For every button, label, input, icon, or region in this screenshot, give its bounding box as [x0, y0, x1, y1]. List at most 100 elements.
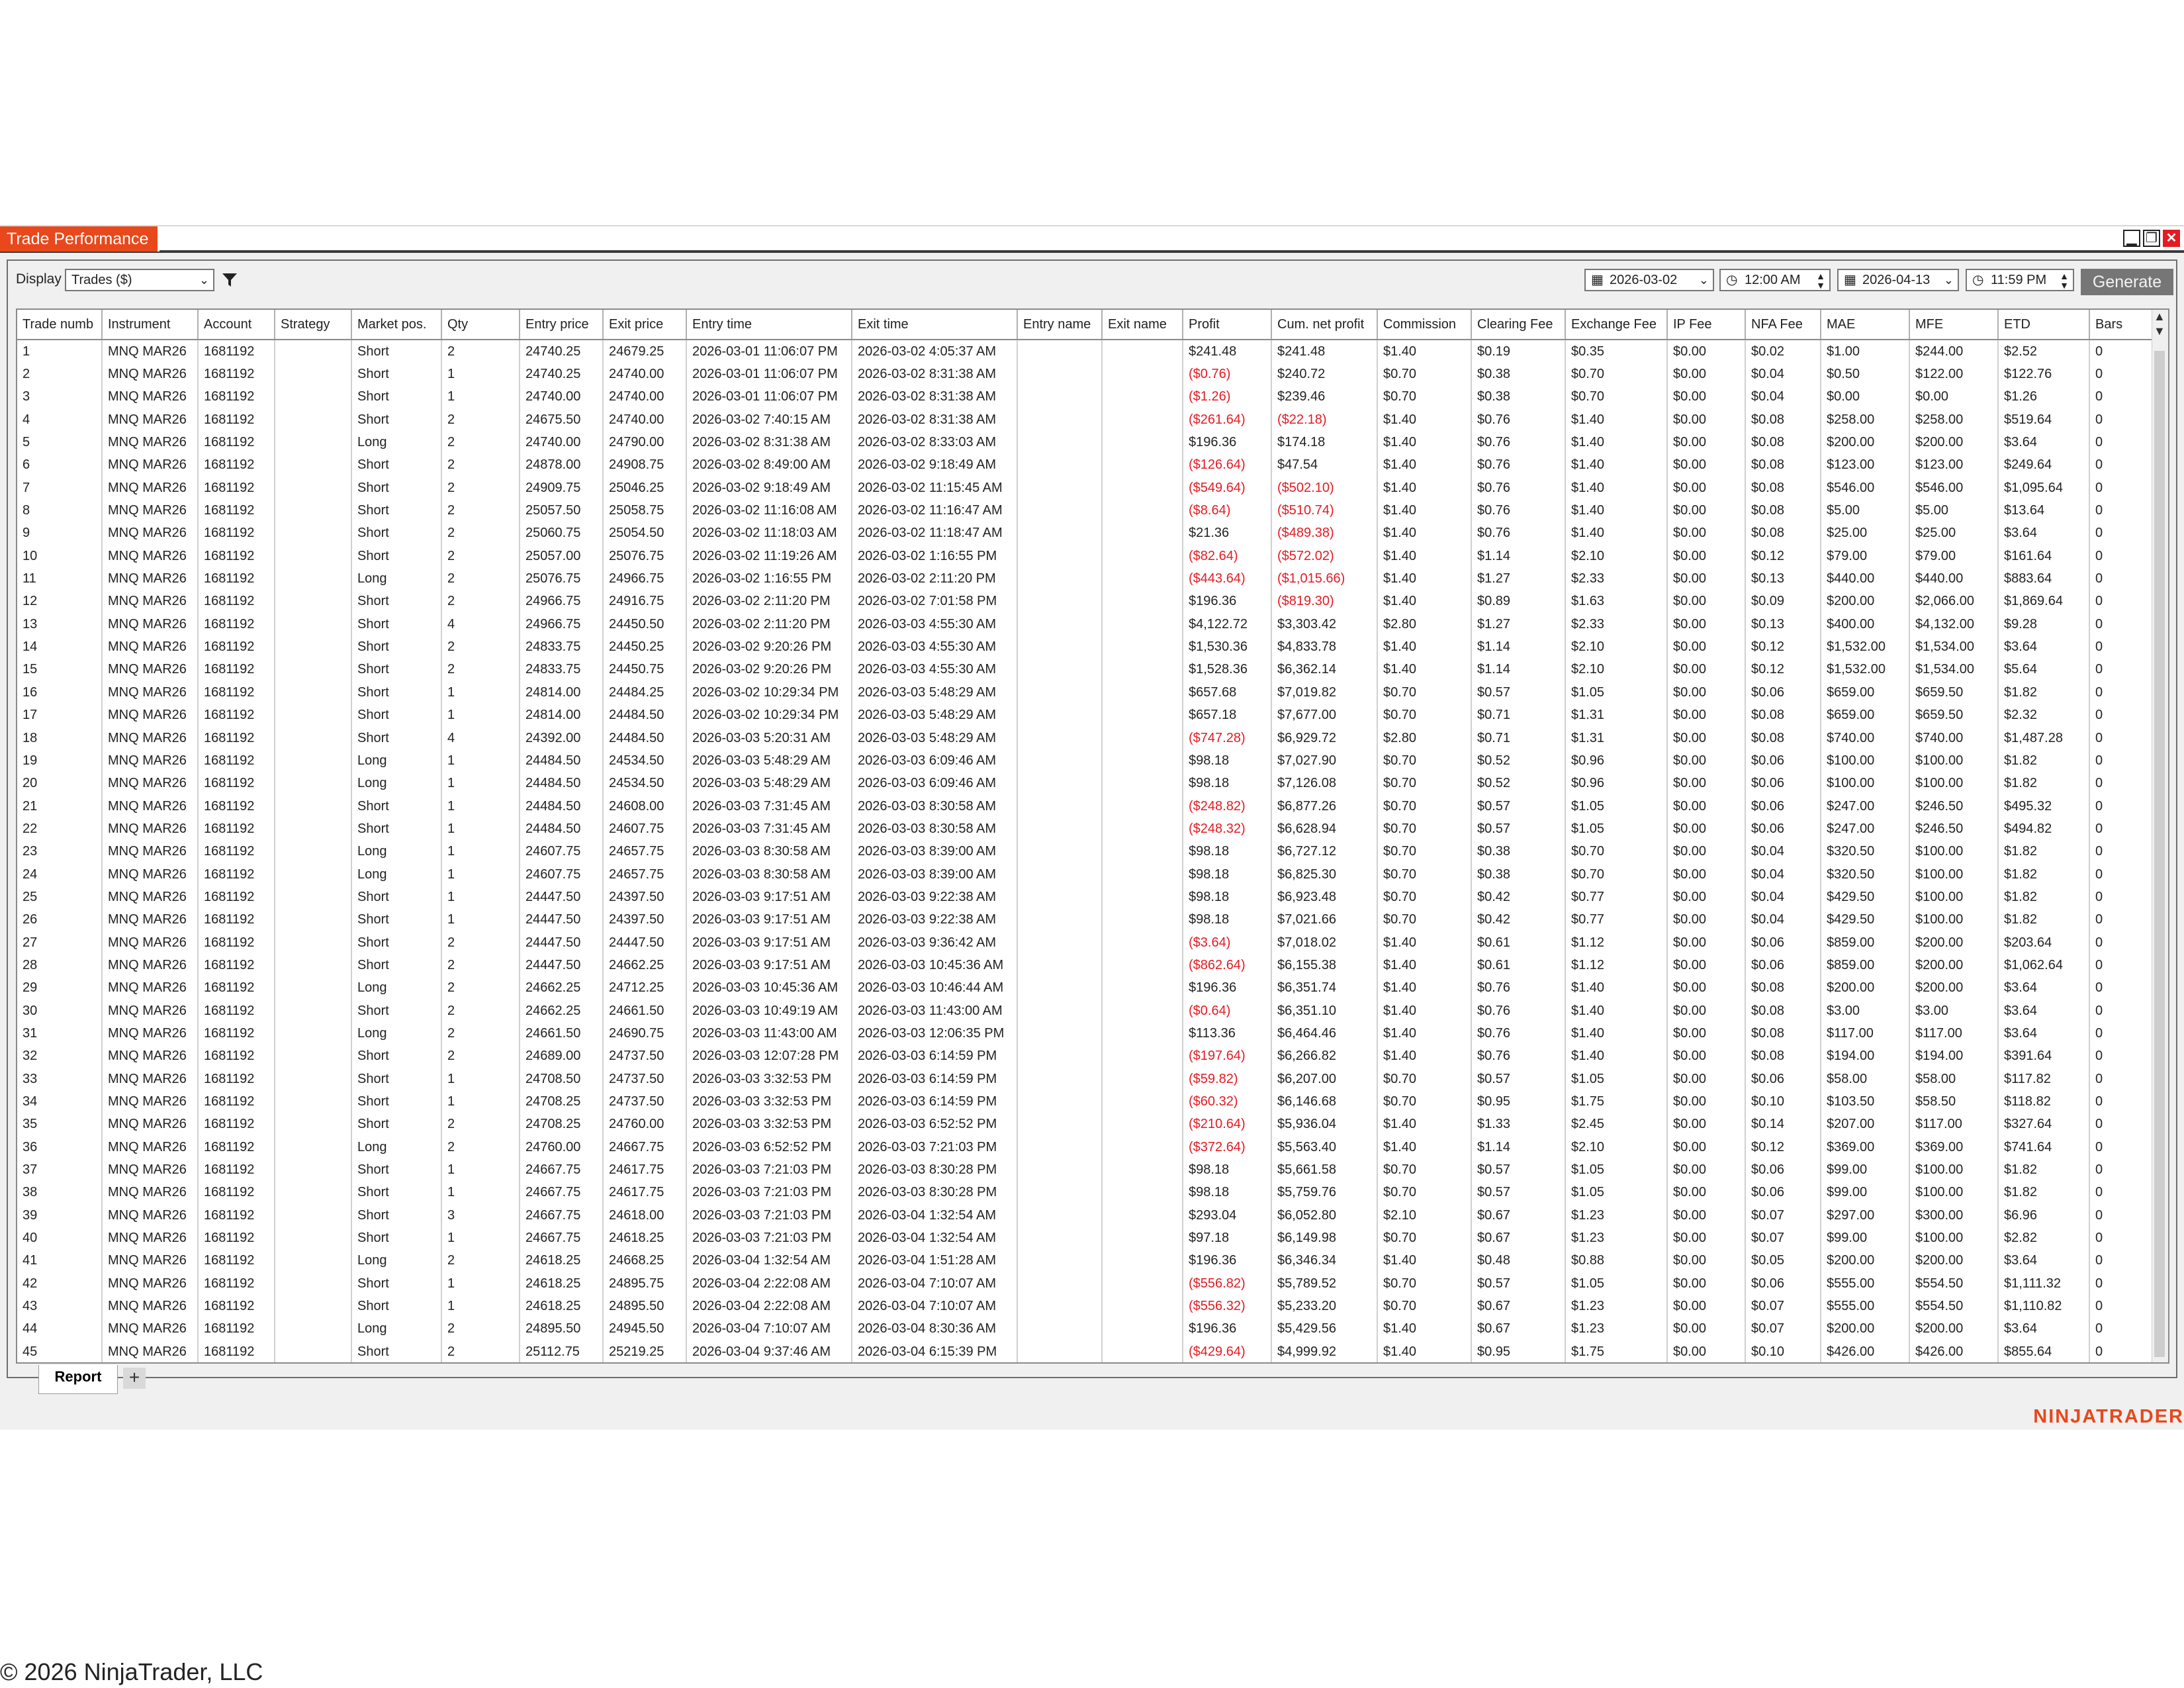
- table-row[interactable]: 37 MNQ MAR26 1681192 Short 1 24667.75 24617.75…: [17, 1158, 2168, 1182]
- table-row[interactable]: 13 MNQ MAR26 1681192 Short 4 24966.75 24450.50…: [17, 613, 2168, 636]
- table-cell: 2: [441, 545, 520, 568]
- column-header[interactable]: Entry name: [1017, 310, 1103, 340]
- table-row[interactable]: 11 MNQ MAR26 1681192 Long 2 25076.75 24966.75 2…: [17, 567, 2168, 590]
- table-cell: 1681192: [198, 1045, 275, 1068]
- table-row[interactable]: 32 MNQ MAR26 1681192 Short 2 24689.00 24737.50…: [17, 1045, 2168, 1068]
- table-cell: 2026-03-03 9:22:38 AM: [852, 886, 1018, 909]
- column-header[interactable]: NFA Fee: [1745, 310, 1821, 340]
- column-header[interactable]: Entry price: [520, 310, 604, 340]
- table-row[interactable]: 45 MNQ MAR26 1681192 Short 2 25112.75 25219.25…: [17, 1340, 2168, 1362]
- table-row[interactable]: 43 MNQ MAR26 1681192 Short 1 24618.25 24895.50…: [17, 1295, 2168, 1318]
- restore-icon[interactable]: ❐: [2143, 230, 2160, 247]
- column-header[interactable]: Exit price: [603, 310, 687, 340]
- table-row[interactable]: 24 MNQ MAR26 1681192 Long 1 24607.75 24657.75 2…: [17, 863, 2168, 886]
- table-row[interactable]: 30 MNQ MAR26 1681192 Short 2 24662.25 24661.50…: [17, 999, 2168, 1023]
- from-date-picker[interactable]: ▦ 2026-03-02 ⌄: [1584, 269, 1714, 291]
- scroll-thumb[interactable]: [2154, 351, 2165, 1357]
- table-row[interactable]: 22 MNQ MAR26 1681192 Short 1 24484.50 24607.75…: [17, 818, 2168, 841]
- table-row[interactable]: 5 MNQ MAR26 1681192 Long 2 24740.00 24790.00 20…: [17, 431, 2168, 454]
- tab-report[interactable]: Report: [38, 1365, 118, 1394]
- column-header[interactable]: Exchange Fee: [1565, 310, 1668, 340]
- table-row[interactable]: 21 MNQ MAR26 1681192 Short 1 24484.50 24608.00…: [17, 794, 2168, 818]
- table-cell: 2026-03-03 5:48:29 AM: [852, 726, 1018, 750]
- table-row[interactable]: 29 MNQ MAR26 1681192 Long 2 24662.25 24712.25 2…: [17, 976, 2168, 1000]
- table-row[interactable]: 26 MNQ MAR26 1681192 Short 1 24447.50 24397.50…: [17, 908, 2168, 931]
- table-cell: 2: [441, 408, 520, 432]
- scroll-up-icon[interactable]: ▲: [2154, 310, 2165, 324]
- table-row[interactable]: 18 MNQ MAR26 1681192 Short 4 24392.00 24484.50…: [17, 726, 2168, 750]
- column-header[interactable]: Trade numb: [17, 310, 103, 340]
- table-row[interactable]: 17 MNQ MAR26 1681192 Short 1 24814.00 24484.50…: [17, 704, 2168, 727]
- table-row[interactable]: 35 MNQ MAR26 1681192 Short 2 24708.25 24760.00…: [17, 1113, 2168, 1137]
- table-row[interactable]: 40 MNQ MAR26 1681192 Short 1 24667.75 24618.25…: [17, 1227, 2168, 1250]
- table-row[interactable]: 15 MNQ MAR26 1681192 Short 2 24833.75 24450.75…: [17, 658, 2168, 682]
- table-row[interactable]: 4 MNQ MAR26 1681192 Short 2 24675.50 24740.00 2…: [17, 408, 2168, 432]
- table-row[interactable]: 28 MNQ MAR26 1681192 Short 2 24447.50 24662.25…: [17, 954, 2168, 977]
- to-date-picker[interactable]: ▦ 2026-04-13 ⌄: [1837, 269, 1959, 291]
- close-icon[interactable]: ✕: [2163, 230, 2180, 247]
- filter-icon[interactable]: [221, 271, 238, 289]
- table-cell: [275, 1158, 352, 1182]
- column-header[interactable]: Profit: [1183, 310, 1272, 340]
- table-cell: $0.38: [1471, 863, 1566, 886]
- column-header[interactable]: Account: [198, 310, 275, 340]
- column-header[interactable]: Exit name: [1102, 310, 1183, 340]
- table-row[interactable]: 27 MNQ MAR26 1681192 Short 2 24447.50 24447.50…: [17, 931, 2168, 955]
- table-row[interactable]: 9 MNQ MAR26 1681192 Short 2 25060.75 25054.50 2…: [17, 522, 2168, 545]
- table-row[interactable]: 23 MNQ MAR26 1681192 Long 1 24607.75 24657.75 2…: [17, 840, 2168, 863]
- table-row[interactable]: 1 MNQ MAR26 1681192 Short 2 24740.25 24679.25 2…: [17, 340, 2168, 363]
- table-row[interactable]: 2 MNQ MAR26 1681192 Short 1 24740.25 24740.00 2…: [17, 363, 2168, 386]
- column-header[interactable]: Exit time: [852, 310, 1018, 340]
- table-row[interactable]: 33 MNQ MAR26 1681192 Short 1 24708.50 24737.50…: [17, 1068, 2168, 1091]
- column-header[interactable]: Strategy: [275, 310, 352, 340]
- table-row[interactable]: 31 MNQ MAR26 1681192 Long 2 24661.50 24690.75 2…: [17, 1022, 2168, 1045]
- table-row[interactable]: 14 MNQ MAR26 1681192 Short 2 24833.75 24450.25…: [17, 635, 2168, 659]
- table-row[interactable]: 25 MNQ MAR26 1681192 Short 1 24447.50 24397.50…: [17, 886, 2168, 909]
- window-title[interactable]: Trade Performance: [0, 226, 160, 252]
- from-time-picker[interactable]: ◷ 12:00 AM ▲ ▼: [1719, 269, 1831, 291]
- spinner-icon[interactable]: ▲ ▼: [2060, 271, 2069, 290]
- table-row[interactable]: 36 MNQ MAR26 1681192 Long 2 24760.00 24667.75 2…: [17, 1136, 2168, 1159]
- table-cell: $0.08: [1745, 522, 1821, 545]
- column-header[interactable]: Entry time: [686, 310, 852, 340]
- table-row[interactable]: 3 MNQ MAR26 1681192 Short 1 24740.00 24740.00 2…: [17, 385, 2168, 409]
- table-row[interactable]: 42 MNQ MAR26 1681192 Short 1 24618.25 24895.75…: [17, 1272, 2168, 1295]
- column-header[interactable]: Instrument: [102, 310, 199, 340]
- column-header[interactable]: Commission: [1377, 310, 1472, 340]
- table-row[interactable]: 38 MNQ MAR26 1681192 Short 1 24667.75 24617.75…: [17, 1181, 2168, 1205]
- table-row[interactable]: 19 MNQ MAR26 1681192 Long 1 24484.50 24534.50 2…: [17, 749, 2168, 773]
- column-header[interactable]: MFE: [1909, 310, 1999, 340]
- table-cell: $1,528.36: [1183, 658, 1272, 682]
- table-row[interactable]: 7 MNQ MAR26 1681192 Short 2 24909.75 25046.25 2…: [17, 477, 2168, 500]
- column-header[interactable]: IP Fee: [1667, 310, 1746, 340]
- vertical-scrollbar[interactable]: ▲ ▼: [2152, 310, 2168, 1362]
- table-cell: Short: [351, 1272, 442, 1295]
- table-row[interactable]: 39 MNQ MAR26 1681192 Short 3 24667.75 24618.00…: [17, 1204, 2168, 1227]
- column-header[interactable]: Cum. net profit: [1271, 310, 1378, 340]
- table-cell: $0.12: [1745, 658, 1821, 682]
- spinner-icon[interactable]: ▲ ▼: [1816, 271, 1825, 290]
- table-row[interactable]: 8 MNQ MAR26 1681192 Short 2 25057.50 25058.75 2…: [17, 499, 2168, 522]
- table-row[interactable]: 12 MNQ MAR26 1681192 Short 2 24966.75 24916.75…: [17, 590, 2168, 614]
- column-header[interactable]: MAE: [1821, 310, 1910, 340]
- table-row[interactable]: 34 MNQ MAR26 1681192 Short 1 24708.25 24737.50…: [17, 1090, 2168, 1113]
- table-row[interactable]: 44 MNQ MAR26 1681192 Long 2 24895.50 24945.50 2…: [17, 1317, 2168, 1341]
- table-row[interactable]: 16 MNQ MAR26 1681192 Short 1 24814.00 24484.25…: [17, 681, 2168, 704]
- scroll-down-icon[interactable]: ▼: [2154, 324, 2165, 338]
- to-time-picker[interactable]: ◷ 11:59 PM ▲ ▼: [1966, 269, 2074, 291]
- generate-button[interactable]: Generate: [2081, 269, 2173, 295]
- column-header[interactable]: Market pos.: [351, 310, 442, 340]
- table-cell: $6,825.30: [1271, 863, 1378, 886]
- column-header[interactable]: Qty: [441, 310, 520, 340]
- table-cell: $3.64: [1998, 1317, 2090, 1341]
- column-header[interactable]: Clearing Fee: [1471, 310, 1566, 340]
- trades-grid[interactable]: Trade numb Instrument Account Strategy Marke…: [16, 308, 2169, 1364]
- table-row[interactable]: 41 MNQ MAR26 1681192 Long 2 24618.25 24668.25 2…: [17, 1249, 2168, 1273]
- add-tab-button[interactable]: +: [123, 1368, 146, 1389]
- table-row[interactable]: 10 MNQ MAR26 1681192 Short 2 25057.00 25076.75…: [17, 545, 2168, 568]
- minimize-icon[interactable]: ▁: [2123, 230, 2140, 247]
- table-row[interactable]: 20 MNQ MAR26 1681192 Long 1 24484.50 24534.50 2…: [17, 772, 2168, 795]
- column-header[interactable]: ETD: [1998, 310, 2090, 340]
- table-row[interactable]: 6 MNQ MAR26 1681192 Short 2 24878.00 24908.75 2…: [17, 453, 2168, 477]
- display-select[interactable]: Trades ($) ⌄: [65, 269, 214, 291]
